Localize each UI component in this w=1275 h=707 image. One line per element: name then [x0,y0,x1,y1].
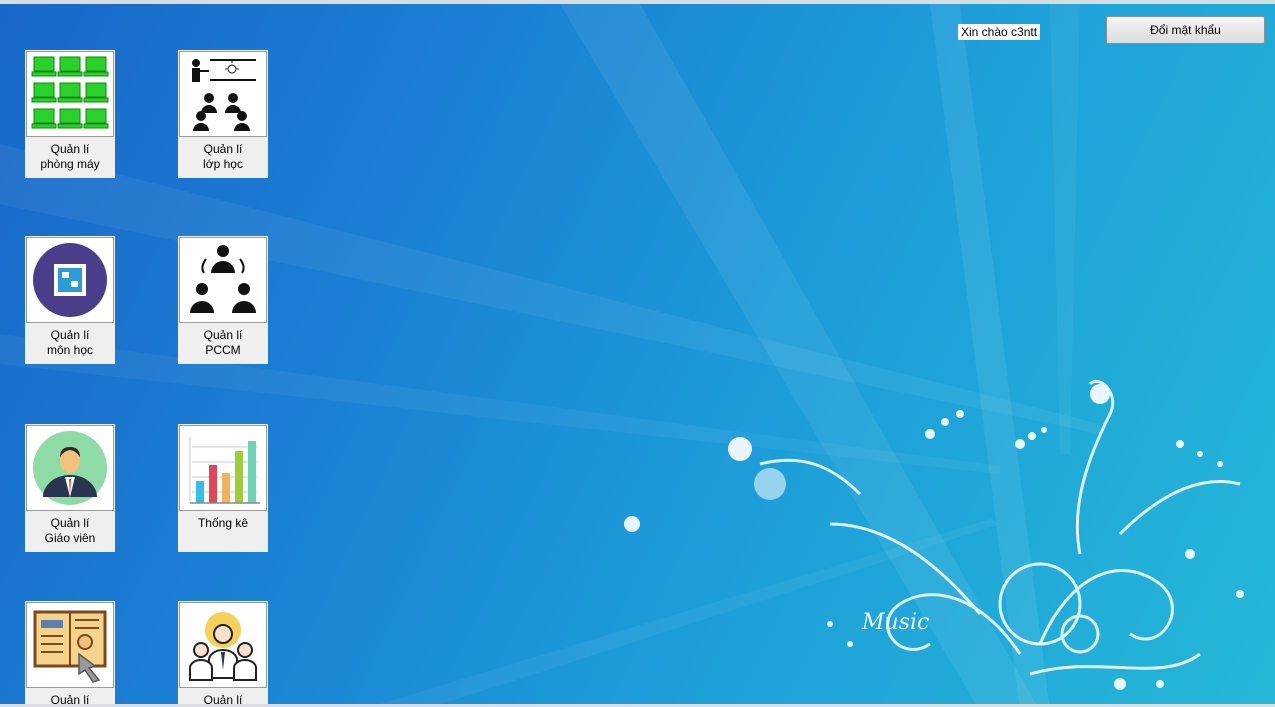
profile-document-icon [26,602,114,688]
staff-group-icon [179,602,267,688]
tile-label: Quản lí phòng máy [40,142,100,171]
assignment-icon [179,237,267,323]
tile-statistics[interactable]: Thống kê [178,424,268,552]
subject-icon [26,237,114,323]
tile-manage-profiles[interactable]: Quản lí [25,601,115,707]
tile-manage-computer-lab[interactable]: Quản lí phòng máy [25,50,115,178]
floral-music-wallpaper-art: Music [624,379,1244,690]
tile-manage-staff[interactable]: Quản lí [178,601,268,707]
tile-label: Quản lí lớp học [203,142,243,171]
tile-manage-subjects[interactable]: Quản lí môn học [25,236,115,364]
greeting-label: Xin chào c3ntt [958,24,1041,40]
tile-label: Quản lí PCCM [203,328,243,357]
classroom-icon [179,51,267,137]
tile-manage-teachers[interactable]: Quản lí Giáo viên [25,424,115,552]
music-watermark-text: Music [861,610,929,635]
tile-manage-classes[interactable]: Quản lí lớp học [178,50,268,178]
tile-label: Quản lí môn học [46,328,94,357]
desktop-background: Music Xin chào c3ntt Đổi mật khẩu Quản l… [0,0,1275,707]
change-password-button[interactable]: Đổi mật khẩu [1106,16,1265,44]
teacher-icon [26,425,114,511]
tile-manage-pccm[interactable]: Quản lí PCCM [178,236,268,364]
tile-label: Quản lí Giáo viên [44,516,96,545]
tile-label: Thống kê [197,516,249,530]
computer-lab-icon [26,51,114,137]
statistics-chart-icon [179,425,267,511]
